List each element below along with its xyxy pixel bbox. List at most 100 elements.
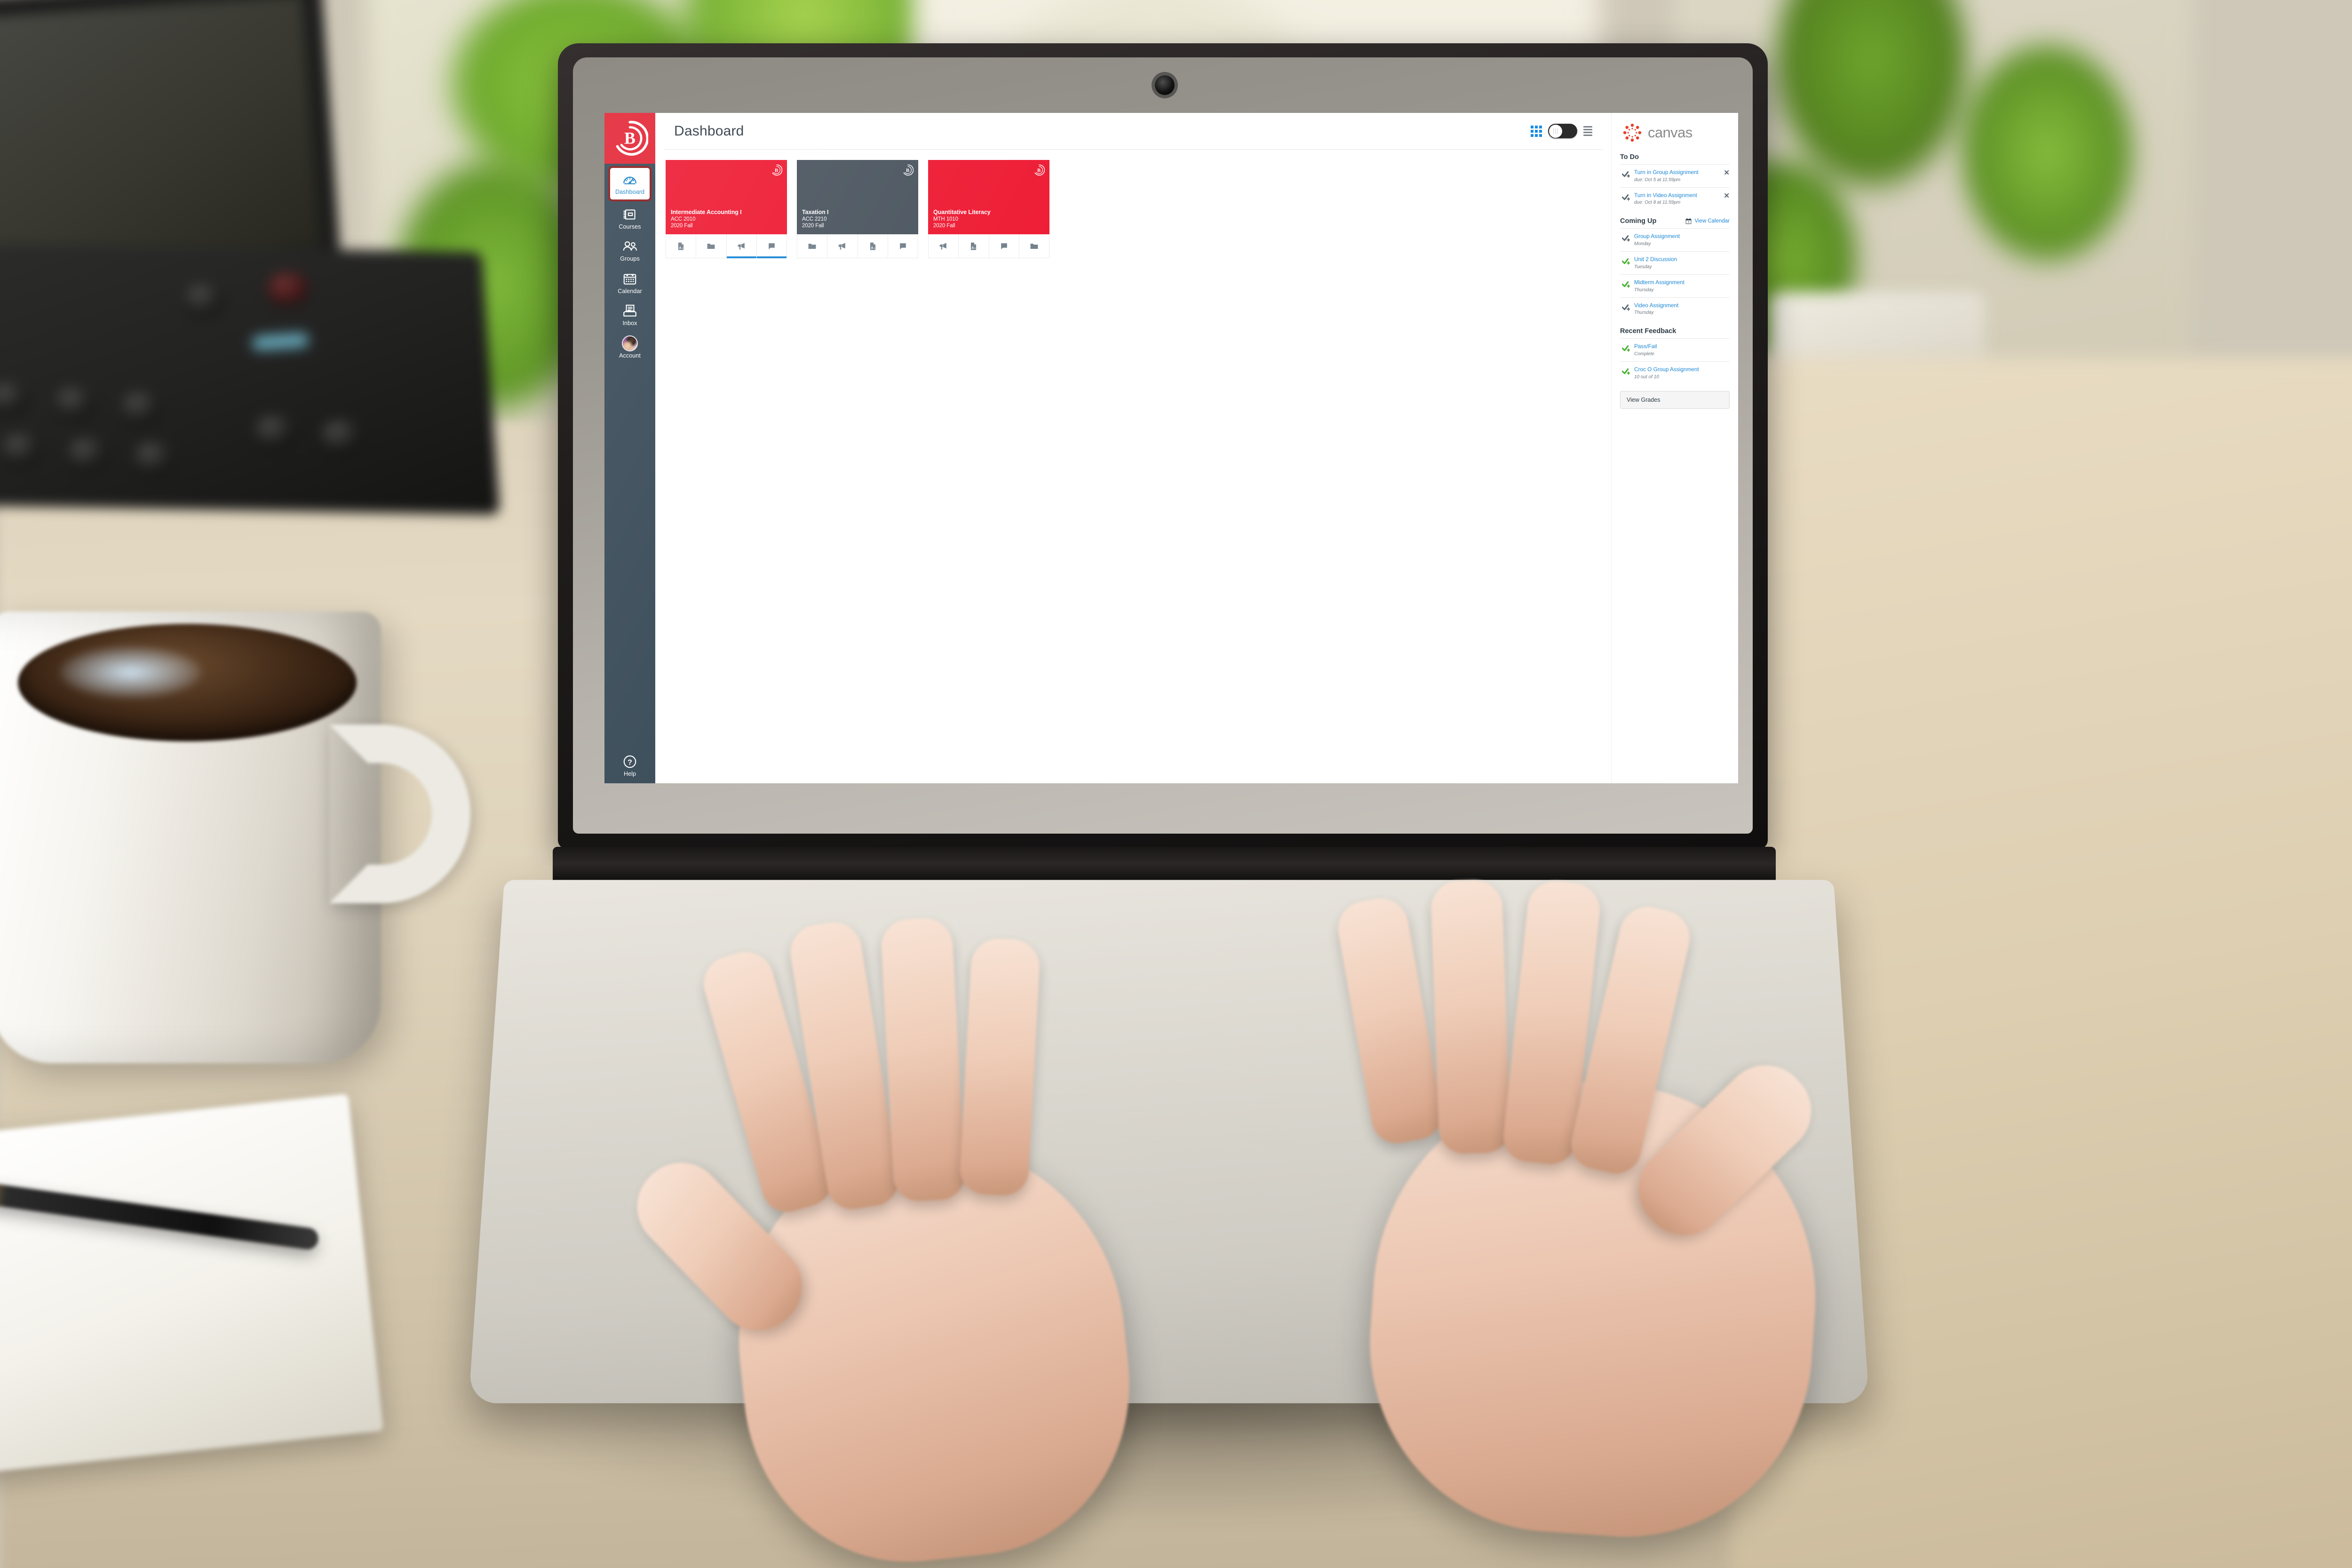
course-grades-button[interactable]: A	[959, 234, 989, 258]
recent-feedback-heading: Recent Feedback	[1620, 327, 1677, 335]
assignment-check-icon	[1622, 368, 1630, 375]
todo-item[interactable]: Turn in Video Assignment due: Oct 8 at 1…	[1620, 187, 1730, 210]
coming-up-item[interactable]: Unit 2 Discussion Tuesday	[1620, 251, 1730, 274]
coming-up-item-day: Tuesday	[1634, 264, 1652, 270]
dashboard-view-controls	[1531, 124, 1592, 138]
course-announcements-button[interactable]	[726, 234, 757, 258]
coming-up-item-day: Monday	[1634, 241, 1651, 247]
recent-feedback-item-score: 10 out of 10	[1634, 374, 1659, 380]
todo-item-title[interactable]: Turn in Video Assignment	[1634, 192, 1719, 199]
discussions-bubble-icon	[900, 243, 906, 249]
sidebar-item-label: Groups	[620, 255, 640, 262]
svg-text:A: A	[679, 246, 681, 250]
canvas-logo: canvas	[1622, 122, 1730, 143]
course-grades-button[interactable]: A	[858, 234, 888, 258]
grades-icon: A	[971, 242, 977, 250]
course-files-button[interactable]	[696, 234, 727, 258]
canvas-logo-text: canvas	[1648, 124, 1692, 141]
coming-up-heading-row: Coming Up 7 View Calendar	[1620, 217, 1730, 225]
assignment-check-icon	[1622, 235, 1630, 242]
sidebar-item-dashboard[interactable]: Dashboard	[608, 166, 652, 201]
sidebar-item-courses[interactable]: Courses	[604, 202, 655, 235]
page-title: Dashboard	[674, 123, 744, 139]
coming-up-item-title[interactable]: Unit 2 Discussion	[1634, 256, 1730, 263]
sidebar-item-help[interactable]: ? Help	[604, 749, 655, 784]
toggle-knob	[1549, 124, 1562, 138]
course-card[interactable]: B Quantitative Literacy MTH 1010 2020 Fa…	[928, 160, 1049, 258]
todo-dismiss-button[interactable]: ✕	[1724, 192, 1730, 199]
laptop-screen: B Dashboard Courses Groups Calendar Inbo…	[604, 113, 1738, 783]
avatar	[622, 335, 638, 351]
svg-text:B: B	[624, 129, 636, 148]
course-grades-button[interactable]: A	[666, 234, 697, 258]
view-calendar-link[interactable]: 7 View Calendar	[1685, 218, 1730, 225]
course-card-grid: B Intermediate Accounting I ACC 2010 202…	[655, 150, 1611, 258]
svg-text:A: A	[871, 246, 873, 250]
recent-feedback-item[interactable]: Croc O Group Assignment 10 out of 10	[1620, 361, 1730, 384]
recent-feedback-item[interactable]: Pass/Fail Complete	[1620, 338, 1730, 361]
announcements-megaphone-icon	[738, 242, 745, 250]
right-hand	[1247, 863, 1928, 1568]
list-view-icon[interactable]	[1583, 126, 1592, 136]
course-card-term: 2020 Fall	[802, 223, 824, 229]
courses-book-icon	[623, 209, 636, 220]
coming-up-item-title[interactable]: Group Assignment	[1634, 233, 1730, 240]
course-card-actions: A	[928, 234, 1049, 258]
todo-item-due: due: Oct 8 at 11:59pm	[1634, 200, 1681, 206]
course-card-term: 2020 Fall	[671, 223, 693, 229]
recent-feedback-section: Recent Feedback Pass/Fail Complete Croc …	[1620, 327, 1730, 409]
announcements-megaphone-icon	[838, 242, 846, 250]
coming-up-item[interactable]: Midterm Assignment Thursday	[1620, 274, 1730, 297]
course-card-term: 2020 Fall	[933, 223, 955, 229]
coming-up-item[interactable]: Group Assignment Monday	[1620, 228, 1730, 251]
course-announcements-button[interactable]	[929, 234, 959, 258]
grid-view-icon[interactable]	[1531, 125, 1542, 137]
dashboard-view-toggle[interactable]	[1548, 124, 1577, 138]
groups-people-icon	[623, 241, 637, 251]
svg-text:A: A	[972, 246, 974, 250]
coming-up-item-text: Unit 2 Discussion Tuesday	[1634, 256, 1730, 270]
discussion-check-icon	[1622, 258, 1630, 265]
course-card[interactable]: B Taxation I ACC 2210 2020 Fall A	[797, 160, 918, 258]
course-card-header[interactable]: B Intermediate Accounting I ACC 2010 202…	[666, 160, 787, 234]
recent-feedback-item-title[interactable]: Croc O Group Assignment	[1634, 366, 1730, 373]
sidebar-item-label: Courses	[619, 223, 641, 230]
course-files-button[interactable]	[797, 234, 828, 258]
course-discussions-button[interactable]	[989, 234, 1019, 258]
todo-heading: To Do	[1620, 153, 1639, 161]
todo-dismiss-button[interactable]: ✕	[1724, 169, 1730, 176]
svg-text:B: B	[906, 167, 910, 173]
coming-up-item-title[interactable]: Midterm Assignment	[1634, 279, 1730, 286]
course-card-header[interactable]: B Taxation I ACC 2210 2020 Fall	[797, 160, 918, 234]
assignment-check-icon	[1622, 281, 1630, 288]
calendar-icon	[623, 273, 636, 285]
announcements-megaphone-icon	[939, 242, 946, 250]
sidebar-item-inbox[interactable]: Inbox	[604, 299, 655, 331]
course-files-button[interactable]	[1019, 234, 1049, 258]
todo-item-title[interactable]: Turn in Group Assignment	[1634, 169, 1719, 176]
course-card-code: ACC 2010	[671, 216, 696, 222]
discussions-bubble-icon	[1001, 243, 1007, 249]
sidebar-item-account[interactable]: Account	[604, 331, 655, 364]
recent-feedback-item-title[interactable]: Pass/Fail	[1634, 343, 1730, 350]
course-discussions-button[interactable]	[888, 234, 918, 258]
dashboard-gauge-icon	[623, 176, 636, 184]
coming-up-item-title[interactable]: Video Assignment	[1634, 302, 1730, 309]
sidebar-item-label: Inbox	[622, 320, 637, 326]
todo-item[interactable]: Turn in Group Assignment due: Oct 5 at 1…	[1620, 164, 1730, 187]
course-card[interactable]: B Intermediate Accounting I ACC 2010 202…	[666, 160, 787, 258]
canvas-ring-logo-icon	[1623, 123, 1642, 142]
course-card-actions: A	[666, 234, 787, 258]
course-card-header[interactable]: B Quantitative Literacy MTH 1010 2020 Fa…	[928, 160, 1049, 234]
webcam	[1155, 75, 1175, 95]
sidebar-item-calendar[interactable]: Calendar	[604, 267, 655, 299]
view-grades-button[interactable]: View Grades	[1620, 390, 1730, 409]
svg-text:?: ?	[628, 758, 632, 766]
coming-up-item-text: Group Assignment Monday	[1634, 233, 1730, 247]
course-announcements-button[interactable]	[827, 234, 858, 258]
coming-up-item[interactable]: Video Assignment Thursday	[1620, 297, 1730, 320]
sidebar-item-groups[interactable]: Groups	[604, 234, 655, 267]
sidebar-item-label: Calendar	[618, 287, 642, 294]
institution-logo-button[interactable]: B	[604, 113, 655, 164]
course-discussions-button[interactable]	[756, 234, 787, 258]
